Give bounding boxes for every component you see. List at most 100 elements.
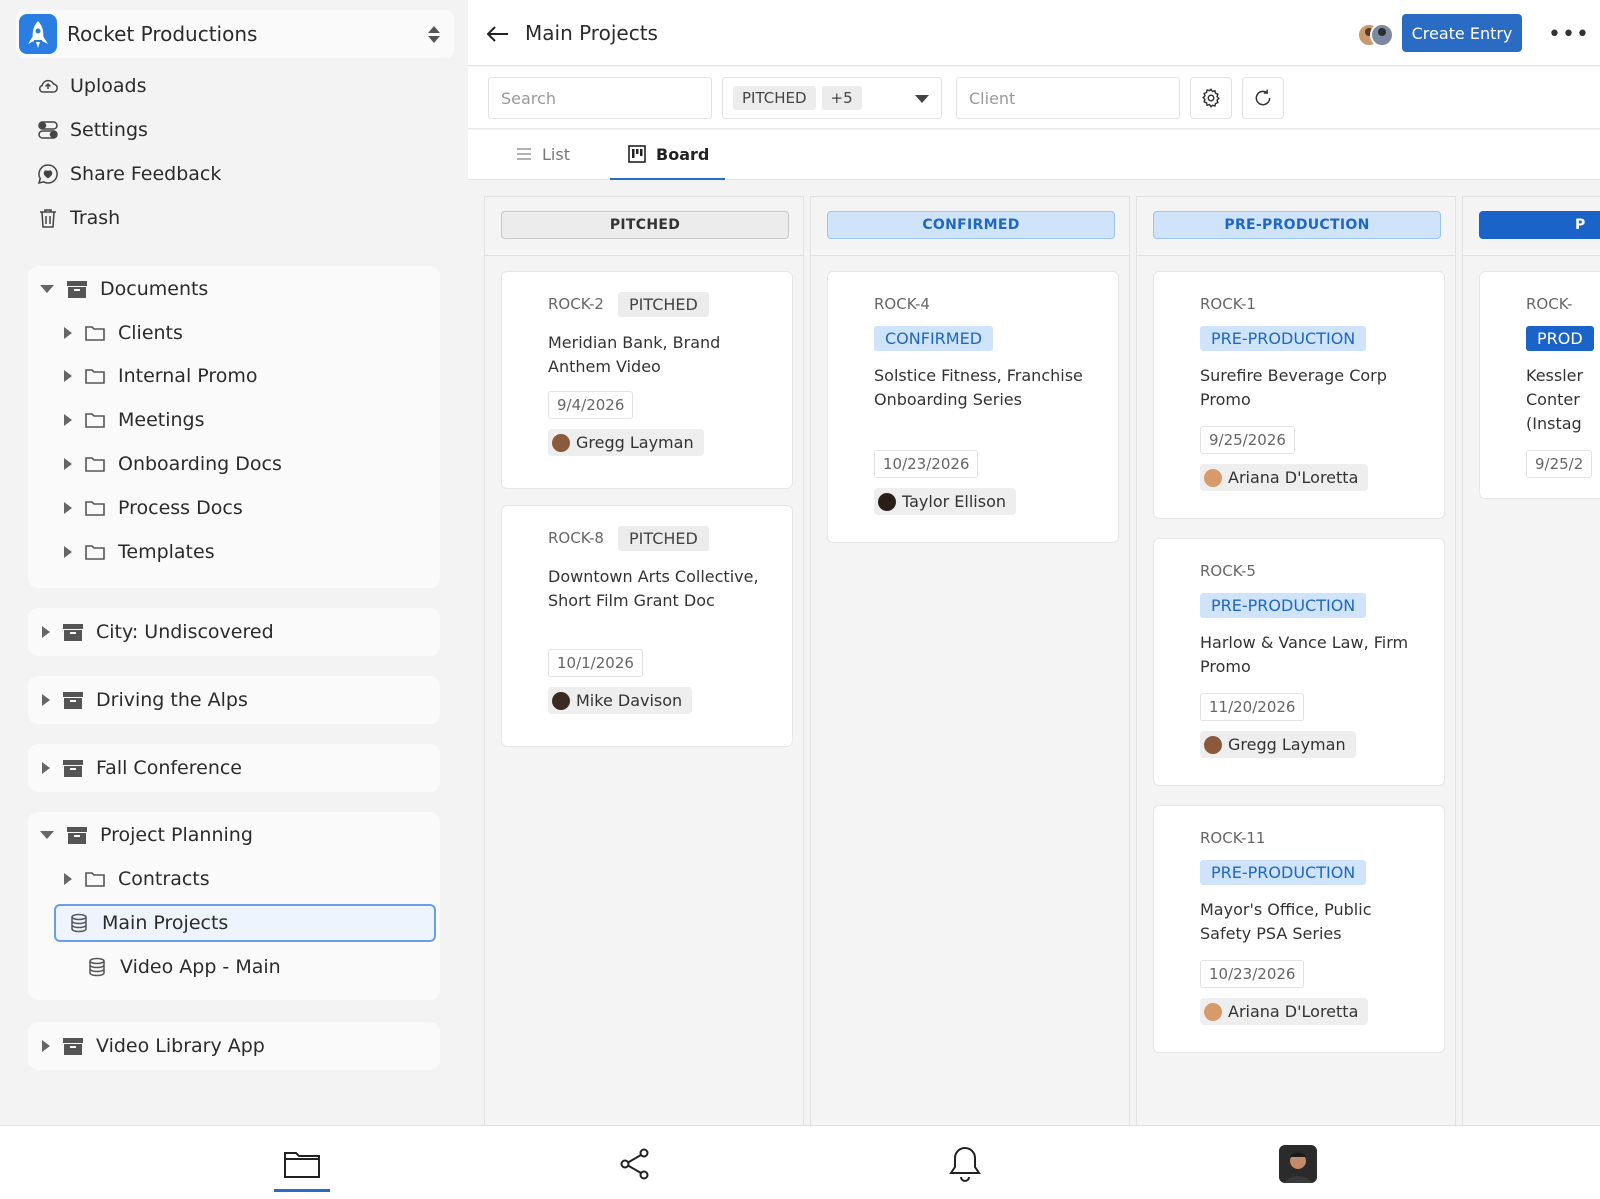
create-entry-button[interactable]: Create Entry bbox=[1402, 14, 1522, 52]
refresh-button[interactable] bbox=[1242, 77, 1284, 119]
card-title: Downtown Arts Collective, Short Film Gra… bbox=[548, 567, 759, 610]
tree-label: Video Library App bbox=[96, 1035, 265, 1057]
menu-settings[interactable]: Settings bbox=[36, 114, 148, 146]
assignee-chip[interactable]: Taylor Ellison bbox=[874, 488, 1017, 515]
tree-internal-promo[interactable]: Internal Promo bbox=[64, 358, 258, 394]
database-icon bbox=[71, 913, 87, 933]
card-id: ROCK-8 bbox=[548, 529, 604, 547]
column-divider bbox=[1137, 255, 1455, 256]
assignee-name: Ariana D'Loretta bbox=[1228, 468, 1359, 487]
assignee-chip[interactable]: Ariana D'Loretta bbox=[1200, 998, 1369, 1025]
tree-label: Clients bbox=[118, 322, 183, 344]
tree-meetings[interactable]: Meetings bbox=[64, 402, 205, 438]
card-title: Surefire Beverage Corp Promo bbox=[1200, 366, 1387, 409]
documents-group: Documents Clients Internal Promo Meeting… bbox=[28, 266, 440, 588]
assignee-chip[interactable]: Gregg Layman bbox=[1200, 731, 1356, 758]
tab-board[interactable]: Board bbox=[610, 130, 726, 180]
rocket-logo-icon bbox=[19, 14, 57, 54]
project-card[interactable]: ROCK-5 PRE-PRODUCTION Harlow & Vance Law… bbox=[1153, 538, 1445, 786]
kanban-board: PITCHED ROCK-2 PITCHED Meridian Bank, Br… bbox=[484, 196, 1600, 1125]
tree-project-planning[interactable]: Project Planning bbox=[40, 817, 253, 853]
card-title-line: (Instag bbox=[1526, 414, 1582, 433]
chevron-right-icon bbox=[64, 370, 72, 382]
settings-button[interactable] bbox=[1190, 77, 1232, 119]
avatar bbox=[1204, 468, 1222, 487]
project-card[interactable]: ROCK-11 PRE-PRODUCTION Mayor's Office, P… bbox=[1153, 805, 1445, 1053]
avatar bbox=[552, 433, 570, 452]
chevron-right-icon bbox=[64, 414, 72, 426]
chevron-right-icon bbox=[42, 1040, 50, 1052]
column-header: PRE-PRODUCTION bbox=[1153, 211, 1441, 239]
assignee-chip[interactable]: Gregg Layman bbox=[548, 429, 704, 456]
assignee-name: Taylor Ellison bbox=[902, 492, 1007, 511]
avatar bbox=[552, 691, 570, 710]
assignee-chip[interactable]: Mike Davison bbox=[548, 687, 693, 714]
tree-templates[interactable]: Templates bbox=[64, 534, 215, 570]
collaborator-avatars[interactable] bbox=[1356, 22, 1396, 48]
card-id: ROCK-5 bbox=[1200, 562, 1256, 580]
card-date: 10/23/2026 bbox=[874, 450, 979, 478]
library-group: Video Library App bbox=[28, 1022, 440, 1070]
chat-heart-icon bbox=[37, 164, 58, 185]
menu-label: Settings bbox=[70, 119, 148, 141]
project-card[interactable]: ROCK- PROD Kessler Conter (Instag 9/25/2 bbox=[1479, 271, 1600, 499]
tree-main-projects[interactable]: Main Projects bbox=[54, 904, 436, 942]
menu-label: Uploads bbox=[70, 75, 147, 97]
status-filter-select[interactable]: PITCHED +5 bbox=[722, 77, 942, 119]
chevron-right-icon bbox=[42, 762, 50, 774]
nav-share[interactable] bbox=[615, 1144, 655, 1184]
active-indicator bbox=[274, 1189, 330, 1192]
assignee-name: Mike Davison bbox=[576, 691, 683, 710]
status-more-chip: +5 bbox=[821, 86, 862, 110]
fall-group: Fall Conference bbox=[28, 744, 440, 792]
tree-driving-the-alps[interactable]: Driving the Alps bbox=[42, 682, 248, 718]
card-date: 9/25/2026 bbox=[1200, 426, 1295, 454]
nav-notifications[interactable] bbox=[945, 1144, 985, 1184]
tree-city-undiscovered[interactable]: City: Undiscovered bbox=[42, 614, 274, 650]
tree-process-docs[interactable]: Process Docs bbox=[64, 490, 243, 526]
card-title: Meridian Bank, Brand Anthem Video bbox=[548, 333, 721, 376]
gear-icon bbox=[1202, 88, 1220, 108]
tree-video-library-app[interactable]: Video Library App bbox=[42, 1028, 265, 1064]
column-confirmed: CONFIRMED ROCK-4 CONFIRMED Solstice Fitn… bbox=[810, 196, 1130, 1125]
project-card[interactable]: ROCK-4 CONFIRMED Solstice Fitness, Franc… bbox=[827, 271, 1119, 543]
project-card[interactable]: ROCK-1 PRE-PRODUCTION Surefire Beverage … bbox=[1153, 271, 1445, 519]
tree-video-app-main[interactable]: Video App - Main bbox=[64, 949, 281, 985]
tab-list[interactable]: List bbox=[516, 130, 570, 178]
project-card[interactable]: ROCK-8 PITCHED Downtown Arts Collective,… bbox=[501, 505, 793, 747]
tree-contracts[interactable]: Contracts bbox=[64, 861, 210, 897]
toggles-icon bbox=[38, 121, 58, 139]
tree-fall-conference[interactable]: Fall Conference bbox=[42, 750, 242, 786]
assignee-chip[interactable]: Ariana D'Loretta bbox=[1200, 464, 1369, 491]
chevron-down-icon bbox=[40, 831, 54, 839]
tree-label: Driving the Alps bbox=[96, 689, 248, 711]
search-input[interactable]: Search bbox=[488, 77, 712, 119]
folder-icon bbox=[85, 369, 105, 384]
workspace-switcher[interactable]: Rocket Productions bbox=[16, 10, 454, 58]
project-card[interactable]: ROCK-2 PITCHED Meridian Bank, Brand Anth… bbox=[501, 271, 793, 489]
back-arrow-icon[interactable] bbox=[484, 20, 512, 48]
tree-clients[interactable]: Clients bbox=[64, 315, 183, 351]
menu-share-feedback[interactable]: Share Feedback bbox=[36, 158, 221, 190]
tree-onboarding-docs[interactable]: Onboarding Docs bbox=[64, 446, 282, 482]
archive-box-icon bbox=[63, 624, 83, 641]
nav-files[interactable] bbox=[282, 1144, 322, 1184]
column-header: CONFIRMED bbox=[827, 211, 1115, 239]
client-input[interactable]: Client bbox=[956, 77, 1180, 119]
status-badge: PRE-PRODUCTION bbox=[1200, 860, 1367, 885]
tree-documents[interactable]: Documents bbox=[40, 271, 208, 307]
card-title: Mayor's Office, Public Safety PSA Series bbox=[1200, 900, 1372, 943]
folder-icon bbox=[85, 413, 105, 428]
menu-trash[interactable]: Trash bbox=[36, 202, 120, 234]
nav-profile[interactable] bbox=[1278, 1144, 1318, 1184]
avatar bbox=[878, 492, 896, 511]
card-id: ROCK-1 bbox=[1200, 295, 1256, 313]
chevron-right-icon bbox=[64, 502, 72, 514]
assignee-name: Ariana D'Loretta bbox=[1228, 1002, 1359, 1021]
search-placeholder: Search bbox=[501, 88, 556, 108]
folder-icon bbox=[85, 872, 105, 887]
more-options-icon[interactable]: ••• bbox=[1548, 22, 1590, 47]
menu-uploads[interactable]: Uploads bbox=[36, 70, 146, 102]
bell-icon bbox=[949, 1146, 981, 1182]
card-date: 9/25/2 bbox=[1526, 450, 1593, 478]
